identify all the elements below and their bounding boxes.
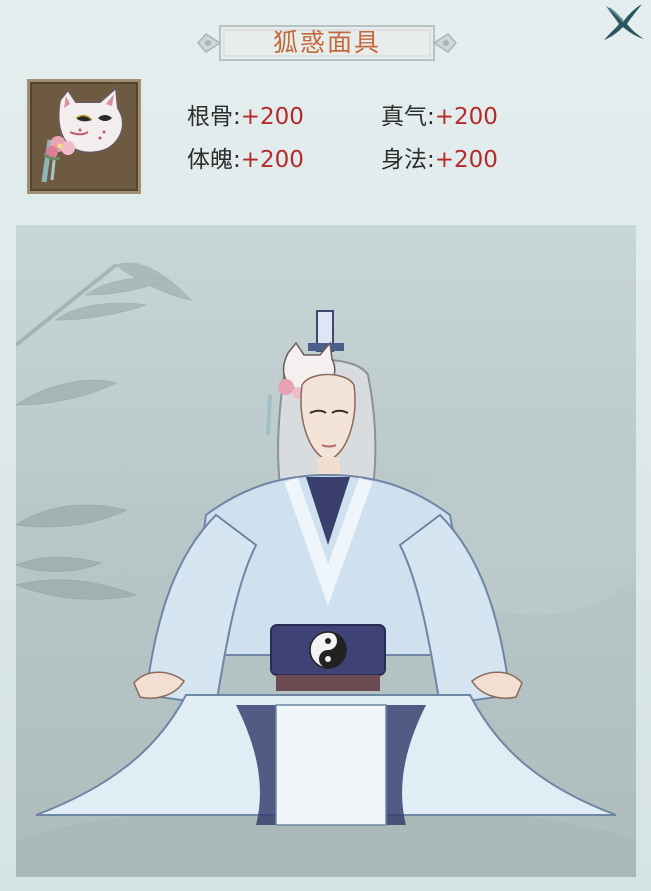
character-illustration [16, 262, 636, 877]
stat-value: +200 [434, 147, 498, 173]
stat-label: 体魄: [187, 147, 241, 173]
stat-tipo: 体魄:+200 [187, 140, 304, 174]
item-detail-panel: 狐惑面具 根骨:+200 真气:+200 体魄:+200 身法:+200 [0, 0, 651, 891]
close-icon [604, 4, 644, 40]
stat-label: 真气: [381, 104, 435, 130]
stat-value: +200 [240, 104, 304, 130]
yin-yang-emblem [309, 631, 347, 669]
item-title: 狐惑面具 [272, 28, 381, 57]
stat-value: +200 [434, 104, 498, 130]
stat-value: +200 [240, 147, 304, 173]
title-banner: 狐惑面具 [196, 20, 458, 66]
stat-shenfa: 身法:+200 [381, 140, 498, 174]
close-button[interactable] [600, 2, 646, 42]
item-icon-slot[interactable] [27, 79, 141, 194]
stat-gengu: 根骨:+200 [187, 97, 304, 131]
fox-mask-icon [41, 85, 124, 183]
character-portrait [16, 225, 636, 877]
stat-zhenqi: 真气:+200 [381, 97, 498, 131]
stat-label: 身法: [381, 147, 435, 173]
stat-label: 根骨: [187, 104, 241, 130]
bamboo-background [16, 262, 193, 600]
